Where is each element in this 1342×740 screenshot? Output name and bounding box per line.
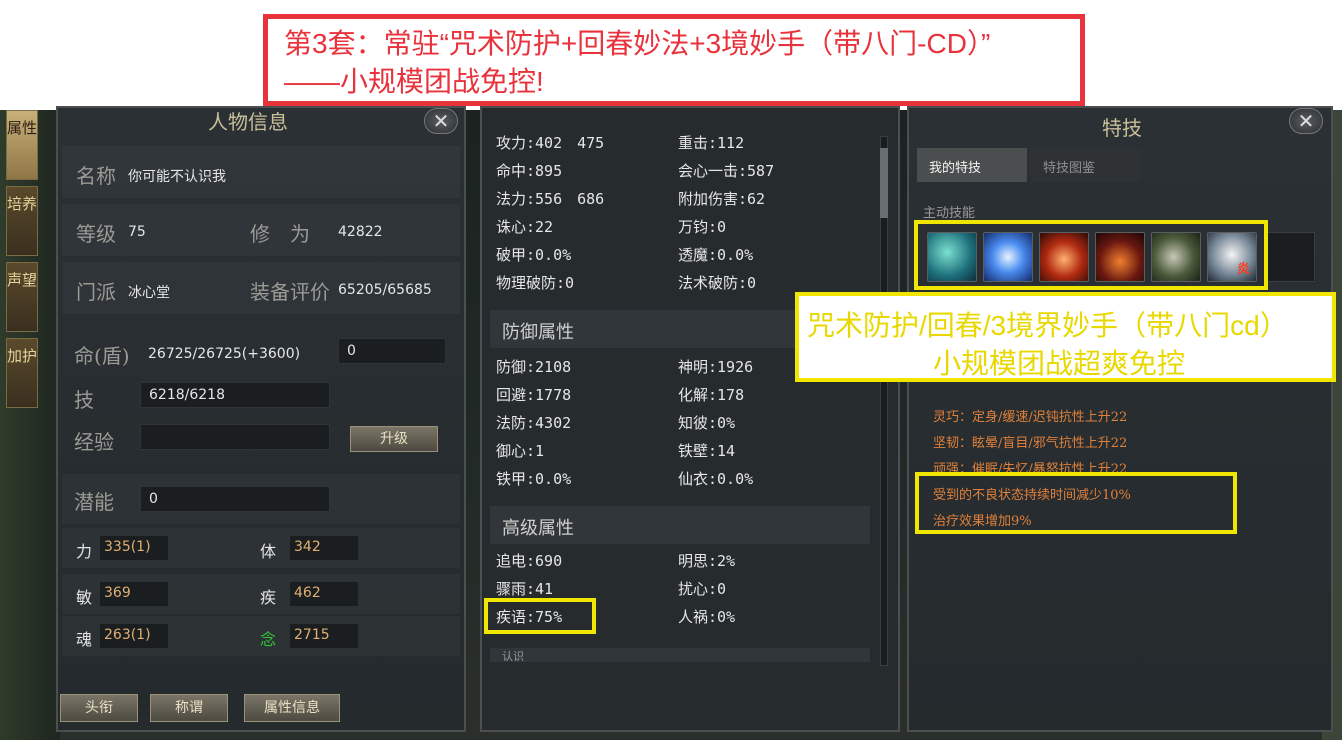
side-tab-reputation[interactable]: 声望 [6, 262, 38, 332]
stat-crit: 会心一击:587 [678, 162, 775, 180]
stat-magic-pierce: 透魔:0.0% [678, 246, 754, 264]
cultivation-label: 修 为 [250, 222, 310, 246]
sect-row: 门派 冰心堂 装备评价 65205/65685 [62, 262, 460, 314]
level-label: 等级 [76, 222, 116, 246]
strategy-banner: 第3套：常驻“咒术防护+回春妙法+3境妙手（带八门-CD）” ——小规模团战免控… [263, 14, 1085, 106]
stat-immortal-robe: 仙衣:0.0% [678, 470, 754, 488]
name-row: 名称 你可能不认识我 [62, 146, 460, 198]
constitution-value: 342 [290, 536, 358, 560]
tab-my-skills[interactable]: 我的特技 [917, 148, 1027, 182]
appellation-button[interactable]: 称谓 [150, 694, 228, 722]
level-row: 等级 75 修 为 42822 [62, 204, 460, 256]
sect-label: 门派 [76, 280, 116, 304]
potential-value: 0 [140, 486, 330, 512]
panel-title: 特技 [1102, 116, 1142, 140]
tab-skill-gallery[interactable]: 特技图鉴 [1031, 148, 1141, 182]
soul-value: 263(1) [100, 624, 168, 648]
level-value: 75 [128, 224, 146, 240]
close-icon[interactable]: ✕ [1289, 108, 1323, 134]
agility-label: 敏 [76, 588, 93, 607]
empty-skill-slot[interactable] [1265, 232, 1315, 282]
stat-hit: 命中:895 [496, 162, 563, 180]
advanced-section-header: 高级属性 [490, 506, 870, 544]
attr-row-3: 魂 263(1) 念 2715 [62, 616, 460, 656]
exp-bar [140, 424, 330, 450]
potential-label: 潜能 [74, 490, 114, 514]
stat-zhuxin: 诛心:22 [496, 218, 554, 236]
jiyu-highlight-box [484, 598, 596, 634]
character-info-panel: 人物信息 ✕ 名称 你可能不认识我 等级 75 修 为 42822 门派 冰心堂… [56, 106, 466, 732]
attribute-info-button[interactable]: 属性信息 [244, 694, 340, 722]
active-skills-label: 主动技能 [923, 206, 976, 221]
cultivation-value: 42822 [338, 224, 383, 240]
banner-line-1: 第3套：常驻“咒术防护+回春妙法+3境妙手（带八门-CD）” [284, 28, 991, 59]
stat-iron-armor: 铁甲:0.0% [496, 470, 572, 488]
stat-mingsi: 明思:2% [678, 552, 736, 570]
annotation-note: 咒术防护/回春/3境界妙手（带八门cd） 小规模团战超爽免控 [795, 292, 1336, 382]
stat-raoxin: 扰心:0 [678, 580, 727, 598]
attr-row-1: 力 335(1) 体 342 [62, 528, 460, 568]
gear-score-value: 65205/65685 [338, 282, 432, 298]
hp-value: 26725/26725(+3600) [148, 346, 301, 362]
name-value: 你可能不认识我 [128, 169, 226, 185]
stat-physical-pen: 物理破防:0 [496, 274, 575, 292]
stat-shenming: 神明:1926 [678, 358, 754, 376]
scroll-thumb[interactable] [880, 148, 888, 218]
gear-score-label: 装备评价 [250, 280, 330, 304]
title-button[interactable]: 头衔 [60, 694, 138, 722]
skill-points-value: 6218/6218 [140, 382, 330, 408]
potential-row: 潜能 0 [62, 474, 460, 524]
attribute-detail-panel: 攻力:402 475 重击:112 命中:895 会心一击:587 法力:556… [480, 106, 900, 732]
stat-tiebi: 铁壁:14 [678, 442, 736, 460]
name-label: 名称 [76, 164, 116, 188]
side-tab-training[interactable]: 培养 [6, 186, 38, 256]
exp-label: 经验 [74, 430, 114, 454]
resist-line-1: 灵巧：定身/缓速/迟钝抗性上升22 [933, 410, 1128, 425]
stat-attack: 攻力:402 475 [496, 134, 605, 152]
sect-value: 冰心堂 [128, 285, 170, 301]
stat-resolve: 化解:178 [678, 386, 745, 404]
stat-renhuo: 人祸:0% [678, 608, 736, 626]
stat-zhuidian: 追电:690 [496, 552, 563, 570]
stat-dodge: 回避:1778 [496, 386, 572, 404]
stat-zhouyu: 骤雨:41 [496, 580, 554, 598]
special-skill-panel: 特技 ✕ 我的特技 特技图鉴 主动技能 炎 属性 灵巧：定身/缓速/迟钝抗性上升… [907, 106, 1333, 732]
stat-magic-defense: 法防:4302 [496, 414, 572, 432]
stat-magic: 法力:556 686 [496, 190, 605, 208]
stat-wanjun: 万钧:0 [678, 218, 727, 236]
attr-row-2: 敏 369 疾 462 [62, 574, 460, 614]
shield-value: 0 [338, 338, 446, 364]
speed-value: 462 [290, 582, 358, 606]
banner-line-2: ——小规模团战免控! [284, 66, 544, 97]
stat-defense: 防御:2108 [496, 358, 572, 376]
upgrade-button[interactable]: 升级 [350, 426, 438, 452]
note-line-2: 小规模团战超爽免控 [933, 348, 1186, 379]
strength-label: 力 [76, 542, 93, 561]
stat-extra-damage: 附加伤害:62 [678, 190, 766, 208]
note-line-1: 咒术防护/回春/3境界妙手（带八门cd） [807, 310, 1288, 341]
status-highlight-box [915, 472, 1237, 534]
soul-label: 魂 [76, 630, 93, 649]
stat-armor-break: 破甲:0.0% [496, 246, 572, 264]
speed-label: 疾 [260, 588, 277, 607]
panel-title: 人物信息 [208, 110, 288, 134]
stat-heavy-hit: 重击:112 [678, 134, 745, 152]
skill-points-label: 技 [74, 388, 94, 412]
next-section-header: 认识 [490, 648, 870, 663]
strength-value: 335(1) [100, 536, 168, 560]
mind-value: 2715 [290, 624, 358, 648]
constitution-label: 体 [260, 542, 277, 561]
stat-zhibi: 知彼:0% [678, 414, 736, 432]
stat-yuxin: 御心:1 [496, 442, 545, 460]
side-tab-attributes[interactable]: 属性 [6, 110, 38, 180]
close-icon[interactable]: ✕ [424, 108, 458, 134]
skills-highlight-box [914, 220, 1268, 290]
side-tabs: 属性 培养 声望 加护 [6, 110, 40, 414]
resist-line-2: 坚韧：眩晕/盲目/邪气抗性上升22 [933, 436, 1128, 451]
hp-label: 命(盾) [74, 344, 130, 368]
mind-label: 念 [260, 630, 277, 649]
agility-value: 369 [100, 582, 168, 606]
stat-magic-pen: 法术破防:0 [678, 274, 757, 292]
side-tab-protection[interactable]: 加护 [6, 338, 38, 408]
